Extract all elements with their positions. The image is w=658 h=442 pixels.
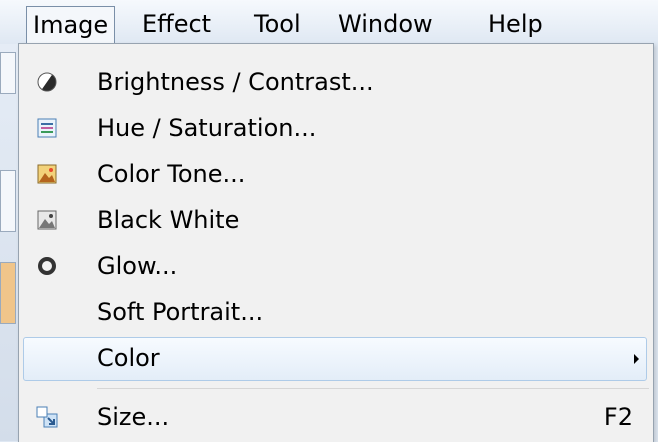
menu-item-hue-saturation[interactable]: Hue / Saturation...	[19, 105, 653, 151]
image-dropdown-menu: Brightness / Contrast... Hue / Saturatio…	[18, 43, 654, 442]
menu-window[interactable]: Window	[332, 6, 439, 42]
menu-item-label: Hue / Saturation...	[97, 114, 317, 142]
menu-item-label: Brightness / Contrast...	[97, 68, 374, 96]
brightness-contrast-icon	[37, 72, 57, 92]
menu-bar: Image Effect Tool Window Help	[0, 0, 658, 44]
hue-saturation-icon	[37, 118, 57, 138]
menu-separator	[97, 388, 649, 389]
menu-tool[interactable]: Tool	[248, 6, 307, 42]
menu-item-shortcut: F2	[603, 403, 633, 431]
menu-item-label: Size...	[97, 403, 170, 431]
menu-help[interactable]: Help	[482, 6, 549, 42]
menu-item-label: Glow...	[97, 252, 178, 280]
resize-icon	[36, 406, 58, 428]
menu-item-color-tone[interactable]: Color Tone...	[19, 151, 653, 197]
background-fragment	[0, 52, 16, 94]
menu-item-label: Color Tone...	[97, 160, 246, 188]
menu-item-label: Color	[97, 344, 160, 372]
menu-item-label: Soft Portrait...	[97, 298, 264, 326]
color-tone-icon	[37, 164, 57, 184]
black-white-icon	[37, 210, 57, 230]
glow-icon	[38, 257, 56, 275]
menu-image[interactable]: Image	[26, 6, 116, 43]
menu-item-color[interactable]: Color	[19, 335, 653, 381]
menu-item-size[interactable]: Size... F2	[19, 394, 653, 440]
menu-item-brightness-contrast[interactable]: Brightness / Contrast...	[19, 59, 653, 105]
menu-item-label: Black White	[97, 206, 240, 234]
menu-item-glow[interactable]: Glow...	[19, 243, 653, 289]
menu-item-black-white[interactable]: Black White	[19, 197, 653, 243]
background-fragment	[0, 262, 16, 324]
menu-item-soft-portrait[interactable]: Soft Portrait...	[19, 289, 653, 335]
menu-effect[interactable]: Effect	[136, 6, 217, 42]
submenu-arrow-icon	[634, 354, 639, 364]
background-fragment	[0, 170, 16, 232]
